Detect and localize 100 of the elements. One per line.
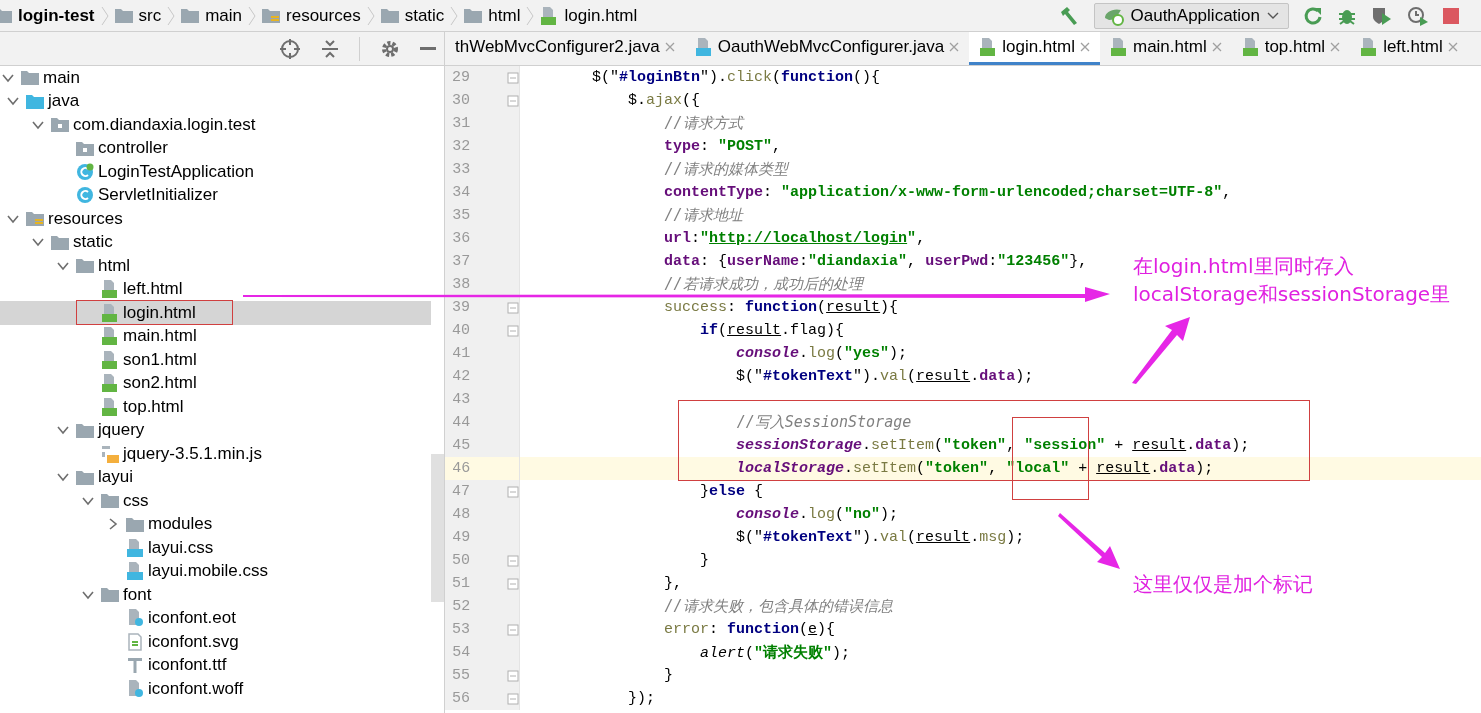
close-icon[interactable] bbox=[1330, 42, 1341, 52]
tree-item[interactable]: iconfont.ttf bbox=[0, 653, 431, 677]
tree-item[interactable]: html bbox=[0, 254, 431, 278]
code-line: $("#tokenText").val(result.data); bbox=[735, 368, 1034, 385]
close-icon[interactable] bbox=[1447, 42, 1458, 52]
tree-item[interactable]: left.html bbox=[0, 277, 431, 301]
annotation-text: 在login.html里同时存入 localStorage和sessionStorage里 bbox=[1133, 253, 1451, 308]
code-line: console.log("no"); bbox=[735, 506, 899, 523]
tree-item[interactable]: resources bbox=[0, 207, 431, 231]
tree-item[interactable]: main.html bbox=[0, 324, 431, 348]
fold-marker-icon[interactable] bbox=[507, 577, 519, 590]
tree-item[interactable]: ServletInitializer bbox=[0, 183, 431, 207]
fold-marker-icon[interactable] bbox=[507, 301, 519, 314]
tree-item[interactable]: son1.html bbox=[0, 348, 431, 372]
editor-tab[interactable]: OauthWebMvcConfigurer.java bbox=[684, 32, 970, 65]
line-number: 40 bbox=[451, 322, 470, 339]
tree-item[interactable]: font bbox=[0, 583, 431, 607]
tree-item[interactable]: com.diandaxia.login.test bbox=[0, 113, 431, 137]
fold-marker-icon[interactable] bbox=[507, 623, 519, 636]
editor-tab[interactable]: left.html bbox=[1350, 32, 1468, 65]
tree-item[interactable]: jquery bbox=[0, 418, 431, 442]
tree-item[interactable]: java bbox=[0, 89, 431, 113]
chevron-right-icon[interactable] bbox=[107, 518, 119, 531]
tree-item[interactable]: LoginTestApplication bbox=[0, 160, 431, 184]
settings-icon[interactable] bbox=[380, 38, 400, 59]
tree-item[interactable]: iconfont.eot bbox=[0, 606, 431, 630]
tree-item[interactable]: iconfont.svg bbox=[0, 630, 431, 654]
breadcrumb-item[interactable]: login-test bbox=[18, 5, 95, 26]
editor-tab[interactable]: top.html bbox=[1231, 32, 1351, 65]
tree-item[interactable]: layui bbox=[0, 465, 431, 489]
chevron-icon bbox=[100, 5, 109, 26]
tree-item[interactable]: login.html bbox=[0, 301, 431, 325]
folder-icon bbox=[380, 8, 399, 23]
stop-icon[interactable] bbox=[1443, 7, 1459, 24]
fold-marker-icon[interactable] bbox=[507, 554, 519, 567]
code-line: console.log("yes"); bbox=[735, 345, 908, 362]
fold-marker-icon[interactable] bbox=[507, 94, 519, 107]
chevron-icon bbox=[450, 5, 459, 26]
tree-item[interactable]: layui.css bbox=[0, 536, 431, 560]
editor-tab[interactable]: thWebMvcConfigurer2.java bbox=[445, 32, 685, 65]
tree-item[interactable]: static bbox=[0, 230, 431, 254]
crosshair-icon[interactable] bbox=[279, 37, 301, 60]
fold-marker-icon[interactable] bbox=[507, 485, 519, 498]
editor-tab[interactable]: main.html bbox=[1099, 32, 1232, 65]
run-configuration-dropdown[interactable]: OauthApplication bbox=[1093, 2, 1289, 29]
code-line: error: function(e){ bbox=[663, 621, 836, 638]
code-line: success: function(result){ bbox=[663, 299, 899, 316]
chevron-down-icon[interactable] bbox=[57, 471, 69, 484]
fold-marker-icon[interactable] bbox=[507, 692, 519, 705]
tree-item[interactable]: main bbox=[0, 66, 431, 90]
line-number: 39 bbox=[451, 299, 470, 316]
code-line: //请求的媒体类型 bbox=[663, 160, 788, 179]
tree-item[interactable]: modules bbox=[0, 512, 431, 536]
code-line: $("#loginBtn").click(function(){ bbox=[591, 69, 881, 86]
breadcrumb-item[interactable]: resources bbox=[286, 5, 361, 26]
line-number: 30 bbox=[451, 92, 470, 109]
code-line: //请求地址 bbox=[663, 206, 743, 225]
chevron-icon bbox=[248, 5, 257, 26]
line-number: 35 bbox=[451, 207, 471, 224]
breadcrumb-item[interactable]: src bbox=[138, 5, 162, 26]
scrollbar[interactable] bbox=[431, 454, 444, 602]
chevron-down-icon[interactable] bbox=[7, 95, 19, 108]
line-number: 33 bbox=[451, 161, 471, 178]
close-icon[interactable] bbox=[664, 42, 675, 52]
tree-item[interactable]: jquery-3.5.1.min.js bbox=[0, 442, 431, 466]
line-number: 48 bbox=[451, 506, 471, 523]
breadcrumb-item[interactable]: html bbox=[488, 5, 521, 26]
line-number: 44 bbox=[451, 414, 471, 431]
fold-marker-icon[interactable] bbox=[507, 71, 519, 84]
breadcrumb-item[interactable]: main bbox=[205, 5, 243, 26]
clock-icon[interactable] bbox=[1407, 5, 1429, 26]
breadcrumb-item[interactable]: static bbox=[404, 5, 445, 26]
chevron-icon bbox=[526, 5, 535, 26]
tree-item[interactable]: layui.mobile.css bbox=[0, 559, 431, 583]
minimize-icon[interactable] bbox=[420, 46, 436, 51]
tree-item[interactable]: controller bbox=[0, 136, 431, 160]
close-icon[interactable] bbox=[949, 42, 960, 52]
collapse-icon[interactable] bbox=[321, 37, 339, 60]
code-line: alert("请求失败"); bbox=[699, 643, 851, 662]
code-line: type: "POST", bbox=[663, 138, 782, 155]
tree-item[interactable]: son2.html bbox=[0, 371, 431, 395]
editor-tab[interactable]: login.html bbox=[969, 32, 1100, 65]
line-number: 51 bbox=[451, 575, 470, 592]
chevron-down-icon[interactable] bbox=[57, 424, 69, 437]
rerun-icon[interactable] bbox=[1303, 5, 1323, 26]
tree-item[interactable]: css bbox=[0, 489, 431, 513]
breadcrumb-item[interactable]: login.html bbox=[564, 5, 638, 26]
fold-marker-icon[interactable] bbox=[507, 324, 519, 337]
code-line: } bbox=[699, 552, 710, 569]
chevron-down-icon[interactable] bbox=[32, 236, 44, 249]
close-icon[interactable] bbox=[1079, 42, 1090, 52]
line-number: 52 bbox=[451, 598, 471, 615]
fold-marker-icon[interactable] bbox=[507, 669, 519, 682]
caret-icon bbox=[1266, 10, 1280, 21]
shield-icon[interactable] bbox=[1371, 5, 1393, 26]
line-number: 41 bbox=[451, 345, 471, 362]
close-icon[interactable] bbox=[1211, 42, 1222, 52]
code-line: }, bbox=[663, 575, 683, 592]
tree-item[interactable]: iconfont.woff bbox=[0, 677, 431, 701]
tree-item[interactable]: top.html bbox=[0, 395, 431, 419]
